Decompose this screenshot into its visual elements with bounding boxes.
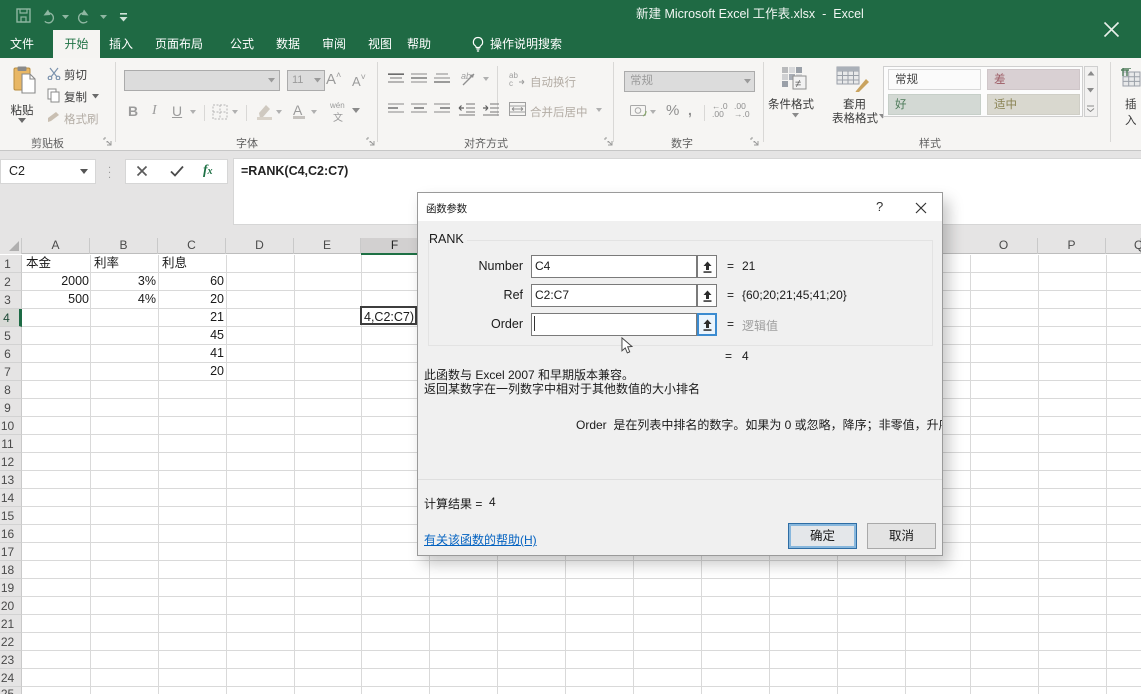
svg-text:≠: ≠ <box>795 78 801 90</box>
svg-text:ab: ab <box>461 71 471 81</box>
svg-text:c: c <box>509 79 513 87</box>
